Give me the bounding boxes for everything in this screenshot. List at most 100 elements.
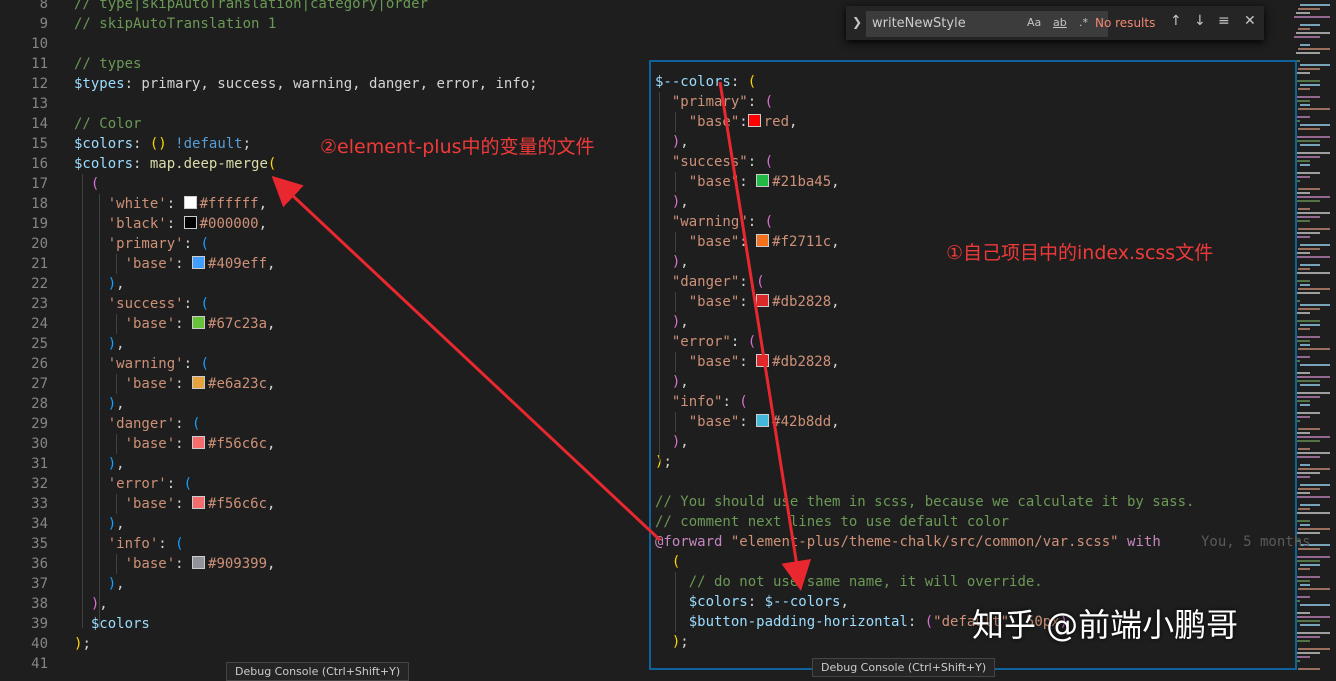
- annotation-element-plus-file: ②element-plus中的变量的文件: [320, 136, 595, 158]
- code-token: :: [739, 174, 757, 190]
- find-widget[interactable]: ❯ writeNewStyle Aa ab .* No results ↑ ↓ …: [846, 6, 1264, 40]
- code-line[interactable]: // skipAutoTranslation 1: [74, 14, 276, 34]
- code-line[interactable]: ),: [655, 192, 689, 212]
- minimap-line: [1298, 188, 1320, 190]
- code-line[interactable]: "base": #f2711c,: [655, 232, 840, 252]
- code-line[interactable]: 'base': #f56c6c,: [74, 494, 275, 514]
- code-line[interactable]: $colors: $--colors,: [655, 592, 849, 612]
- code-token: !default: [175, 136, 243, 152]
- color-swatch[interactable]: [756, 414, 770, 427]
- color-swatch[interactable]: [756, 354, 770, 367]
- code-line[interactable]: // comment next lines to use default col…: [655, 512, 1009, 532]
- code-line[interactable]: ),: [74, 594, 108, 614]
- code-line[interactable]: "primary": (: [655, 92, 773, 112]
- code-token: @forward: [655, 534, 723, 550]
- whole-word-toggle[interactable]: ab: [1053, 16, 1067, 29]
- code-line[interactable]: 'base': #67c23a,: [74, 314, 275, 334]
- next-match-arrow-icon[interactable]: ↓: [1194, 13, 1206, 29]
- regex-toggle[interactable]: .*: [1079, 16, 1088, 29]
- find-in-selection-icon[interactable]: ≡: [1218, 13, 1230, 29]
- code-line[interactable]: // do not use same name, it will overrid…: [655, 572, 1043, 592]
- code-line[interactable]: 'warning': (: [74, 354, 209, 374]
- code-line[interactable]: 'white': #ffffff,: [74, 194, 267, 214]
- toggle-replace-chevron-icon[interactable]: ❯: [852, 15, 862, 29]
- code-line[interactable]: "base": #42b8dd,: [655, 412, 840, 432]
- code-line[interactable]: ),: [655, 312, 689, 332]
- code-token: #f56c6c: [208, 496, 268, 512]
- minimap-line: [1298, 308, 1320, 310]
- color-swatch[interactable]: [747, 114, 761, 127]
- code-line[interactable]: "base": #db2828,: [655, 292, 840, 312]
- line-number: 15: [31, 136, 48, 152]
- color-swatch[interactable]: [183, 196, 197, 209]
- code-token: :: [175, 316, 193, 332]
- code-line[interactable]: "base": #21ba45,: [655, 172, 840, 192]
- code-line[interactable]: 'error': (: [74, 474, 192, 494]
- code-line[interactable]: $--colors: (: [655, 72, 756, 92]
- code-line[interactable]: 'primary': (: [74, 234, 209, 254]
- code-line[interactable]: "success": (: [655, 152, 773, 172]
- color-swatch[interactable]: [192, 436, 206, 449]
- code-line[interactable]: 'base': #409eff,: [74, 254, 275, 274]
- code-token: :: [747, 94, 765, 110]
- code-line[interactable]: // type|skipAutoTranslation|category|ord…: [74, 0, 428, 14]
- minimap-line: [1300, 64, 1330, 66]
- code-line[interactable]: );: [655, 632, 689, 652]
- code-token: 'base': [124, 316, 176, 332]
- code-line[interactable]: 'danger': (: [74, 414, 201, 434]
- code-line[interactable]: "error": (: [655, 332, 756, 352]
- code-line[interactable]: "base": red,: [655, 112, 797, 132]
- code-line[interactable]: 'base': #e6a23c,: [74, 374, 275, 394]
- color-swatch[interactable]: [192, 316, 206, 329]
- code-line[interactable]: // You should use them in scss, because …: [655, 492, 1194, 512]
- color-swatch[interactable]: [756, 234, 770, 247]
- close-icon[interactable]: ✕: [1244, 13, 1256, 29]
- code-line[interactable]: );: [655, 452, 672, 472]
- code-line[interactable]: 'success': (: [74, 294, 209, 314]
- annotation-project-index-file: ①自己项目中的index.scss文件: [946, 242, 1214, 264]
- code-line[interactable]: (: [655, 552, 680, 572]
- code-line[interactable]: ),: [655, 132, 689, 152]
- code-line[interactable]: @forward "element-plus/theme-chalk/src/c…: [655, 532, 1161, 552]
- code-token: (): [149, 136, 167, 152]
- code-line[interactable]: 'black': #000000,: [74, 214, 267, 234]
- code-line[interactable]: "base": #db2828,: [655, 352, 840, 372]
- find-input[interactable]: writeNewStyle Aa ab .*: [866, 11, 1108, 37]
- code-line[interactable]: "warning": (: [655, 212, 773, 232]
- match-case-toggle[interactable]: Aa: [1027, 16, 1041, 29]
- code-line[interactable]: $colors: () !default;: [74, 134, 251, 154]
- code-line[interactable]: $types: primary, success, warning, dange…: [74, 74, 538, 94]
- code-line[interactable]: $colors: [74, 614, 150, 634]
- color-swatch[interactable]: [756, 174, 770, 187]
- code-line[interactable]: $colors: map.deep-merge(: [74, 154, 276, 174]
- code-line[interactable]: ),: [655, 252, 689, 272]
- minimap-line: [1300, 564, 1320, 566]
- color-swatch[interactable]: [192, 556, 206, 569]
- color-swatch[interactable]: [192, 256, 206, 269]
- previous-match-arrow-icon[interactable]: ↑: [1170, 13, 1182, 29]
- code-line[interactable]: // Color: [74, 114, 141, 134]
- color-swatch[interactable]: [756, 294, 770, 307]
- minimap-line: [1300, 4, 1330, 6]
- code-token: ,: [680, 314, 689, 330]
- code-line[interactable]: "danger": (: [655, 272, 765, 292]
- code-line[interactable]: 'info': (: [74, 534, 184, 554]
- color-swatch[interactable]: [183, 216, 197, 229]
- code-token: 'info': [107, 536, 159, 552]
- color-swatch[interactable]: [192, 376, 206, 389]
- code-line[interactable]: // types: [74, 54, 141, 74]
- code-line[interactable]: );: [74, 634, 91, 654]
- code-line[interactable]: 'base': #909399,: [74, 554, 275, 574]
- code-line[interactable]: 'base': #f56c6c,: [74, 434, 275, 454]
- code-line[interactable]: ),: [655, 432, 689, 452]
- code-token: // skipAutoTranslation 1: [74, 16, 277, 32]
- code-line[interactable]: (: [74, 174, 99, 194]
- code-line[interactable]: "info": (: [655, 392, 748, 412]
- code-line[interactable]: ),: [655, 372, 689, 392]
- peek-editor-panel[interactable]: You, 5 months $--colors: ( "primary": ( …: [649, 60, 1311, 670]
- code-token: "base": [688, 354, 740, 370]
- color-swatch[interactable]: [192, 496, 206, 509]
